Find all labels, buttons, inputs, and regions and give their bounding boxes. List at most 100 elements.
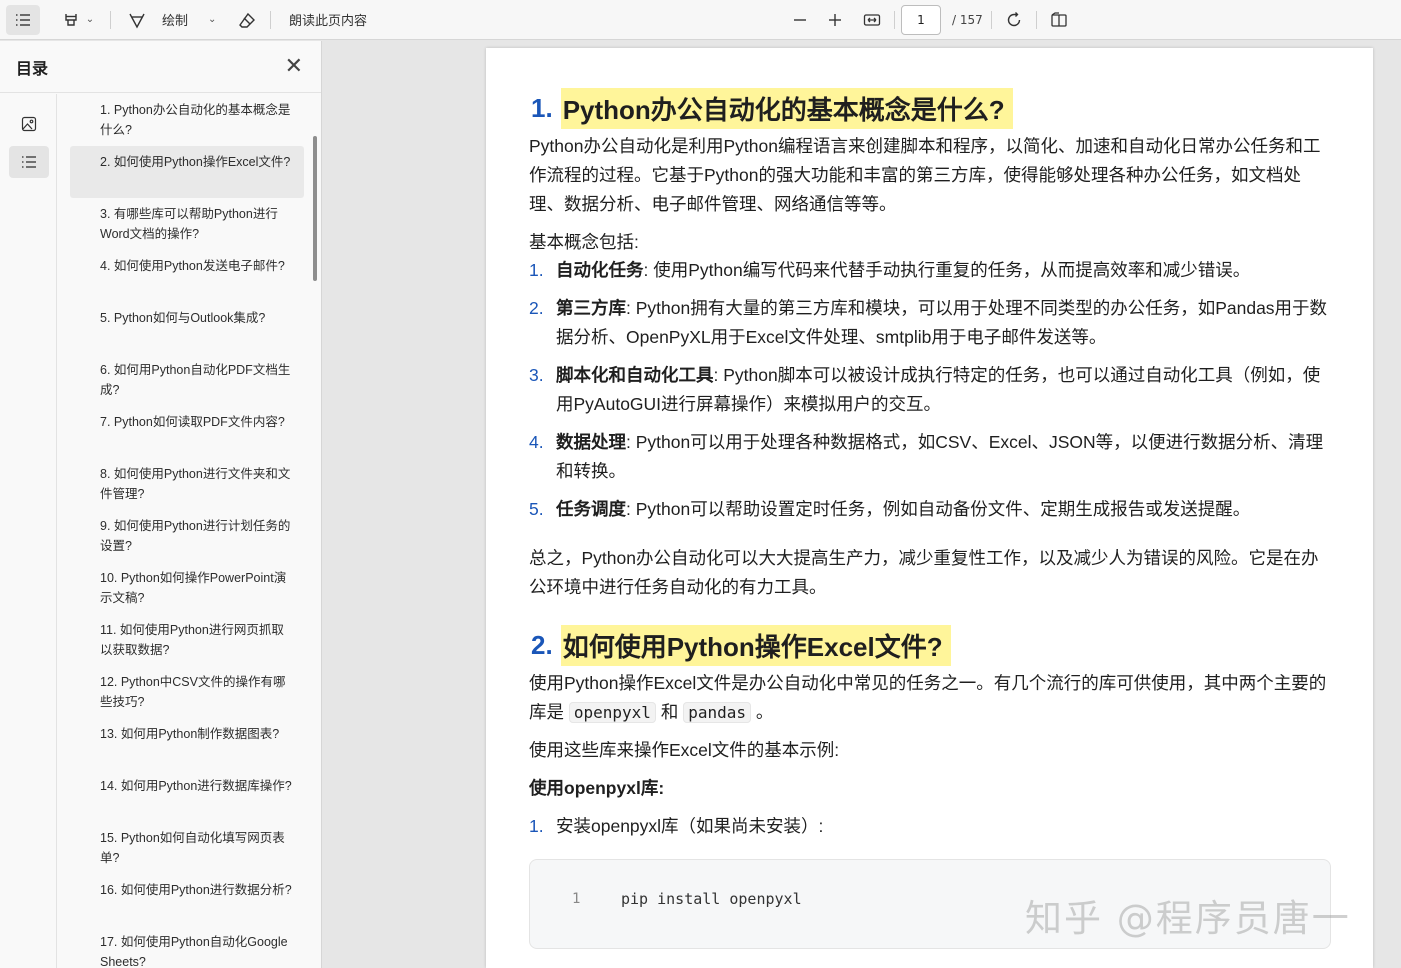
toc-item[interactable]: 7. Python如何读取PDF文件内容? bbox=[70, 406, 304, 458]
chevron-down-icon: ⌄ bbox=[208, 14, 217, 25]
list-term: 脚本化和自动化工具 bbox=[556, 365, 714, 385]
draw-button[interactable]: 绘制 ⌄ bbox=[128, 5, 220, 35]
plus-icon bbox=[829, 13, 841, 26]
page-number-input[interactable]: 1 bbox=[901, 5, 941, 35]
toc-item[interactable]: 6. 如何用Python自动化PDF文档生成? bbox=[70, 354, 304, 406]
heading-1: 1. Python办公自动化的基本概念是什么? bbox=[531, 88, 1013, 129]
toc-list: 1. Python办公自动化的基本概念是什么? 2. 如何使用Python操作Ex… bbox=[70, 94, 304, 968]
rotate-button[interactable] bbox=[1000, 5, 1028, 35]
rotate-icon bbox=[1007, 11, 1021, 26]
erase-button[interactable] bbox=[232, 5, 262, 35]
toolbar-divider bbox=[270, 10, 271, 29]
toc-item[interactable]: 11. 如何使用Python进行网页抓取以获取数据? bbox=[70, 614, 304, 666]
inline-code: openpyxl bbox=[568, 702, 656, 723]
paragraph-text: 和 bbox=[660, 702, 679, 722]
list-text: : Python可以用于处理各种数据格式，如CSV、Excel、JSON等，以便… bbox=[556, 432, 1324, 481]
close-icon[interactable]: ✕ bbox=[285, 55, 303, 78]
table-of-contents-panel: 目录 ✕ 1. Python办公自动化的基本概念是什么? 2. 如何使用Pytho… bbox=[0, 41, 322, 968]
heading-number: 2. bbox=[531, 630, 553, 660]
page-view-icon bbox=[1051, 11, 1067, 27]
list-text: : Python可以帮助设置定时任务，例如自动备份文件、定期生成报告或发送提醒。 bbox=[626, 499, 1251, 519]
inline-code: pandas bbox=[683, 702, 751, 723]
paragraph: 总之，Python办公自动化可以大大提高生产力，减少重复性工作，以及减少人为错误… bbox=[529, 548, 1319, 597]
list-number: 1. bbox=[529, 260, 544, 280]
heading-number: 1. bbox=[531, 93, 553, 123]
toc-item[interactable]: 13. 如何用Python制作数据图表? bbox=[70, 718, 304, 770]
page-current: 1 bbox=[917, 13, 925, 27]
toc-item[interactable]: 9. 如何使用Python进行计划任务的设置? bbox=[70, 510, 304, 562]
list-icon bbox=[16, 13, 30, 26]
sidebar-scrollbar[interactable] bbox=[313, 136, 317, 281]
code-text: pip install openpyxl bbox=[621, 890, 802, 908]
subheading: 使用openpyxl库: bbox=[529, 778, 665, 798]
sidebar-title: 目录 bbox=[16, 58, 49, 78]
toc-item[interactable]: 10. Python如何操作PowerPoint演示文稿? bbox=[70, 562, 304, 614]
draw-pen-icon bbox=[129, 13, 145, 28]
list-term: 任务调度 bbox=[556, 499, 626, 519]
list-term: 自动化任务 bbox=[556, 260, 644, 280]
toc-item[interactable]: 5. Python如何与Outlook集成? bbox=[70, 302, 304, 354]
list-number: 3. bbox=[529, 365, 544, 385]
list-term: 数据处理 bbox=[556, 432, 626, 452]
minus-icon bbox=[794, 18, 806, 21]
toolbar-divider bbox=[991, 10, 992, 29]
list-text: 安装openpyxl库（如果尚未安装）: bbox=[556, 816, 824, 836]
toc-item[interactable]: 16. 如何使用Python进行数据分析? bbox=[70, 874, 304, 926]
contents-toggle-button[interactable] bbox=[6, 4, 40, 35]
draw-label: 绘制 bbox=[162, 14, 189, 29]
thumbnails-button[interactable] bbox=[9, 108, 49, 140]
toc-item[interactable]: 15. Python如何自动化填写网页表单? bbox=[70, 822, 304, 874]
page-total: / 157 bbox=[952, 13, 983, 27]
toolbar-divider bbox=[110, 10, 111, 29]
toolbar-divider bbox=[894, 10, 895, 29]
paragraph-text: 。 bbox=[755, 702, 774, 722]
toolbar-divider bbox=[1036, 10, 1037, 29]
sidebar-rail bbox=[0, 94, 57, 968]
highlighter-icon bbox=[65, 13, 77, 26]
list-number: 1. bbox=[529, 816, 544, 836]
fit-width-icon bbox=[863, 13, 881, 26]
list-item: 2. 第三方库: Python拥有大量的第三方库和模块，可以用于处理不同类型的办公… bbox=[529, 294, 1331, 352]
read-aloud-button[interactable]: 朗读此页内容 bbox=[280, 5, 376, 35]
toc-item[interactable]: 1. Python办公自动化的基本概念是什么? bbox=[70, 94, 304, 146]
toc-item[interactable]: 14. 如何用Python进行数据库操作? bbox=[70, 770, 304, 822]
heading-text: 如何使用Python操作Excel文件? bbox=[560, 625, 951, 666]
document-page: 1. Python办公自动化的基本概念是什么? Python办公自动化是利用Py… bbox=[486, 48, 1373, 968]
page-view-button[interactable] bbox=[1045, 5, 1073, 35]
fit-width-button[interactable] bbox=[858, 5, 886, 35]
zoom-out-button[interactable] bbox=[786, 5, 814, 35]
list-icon bbox=[22, 156, 36, 168]
image-icon bbox=[21, 116, 37, 132]
toc-item[interactable]: 2. 如何使用Python操作Excel文件? bbox=[70, 146, 304, 198]
toc-item[interactable]: 3. 有哪些库可以帮助Python进行Word文档的操作? bbox=[70, 198, 304, 250]
toc-item[interactable]: 12. Python中CSV文件的操作有哪些技巧? bbox=[70, 666, 304, 718]
list-number: 5. bbox=[529, 499, 544, 519]
list-item: 1. 安装openpyxl库（如果尚未安装）: bbox=[529, 812, 1331, 841]
toc-item[interactable]: 4. 如何使用Python发送电子邮件? bbox=[70, 250, 304, 302]
code-line-number: 1 bbox=[572, 891, 581, 907]
list-item: 5. 任务调度: Python可以帮助设置定时任务，例如自动备份文件、定期生成报告… bbox=[529, 495, 1331, 524]
list-item: 3. 脚本化和自动化工具: Python脚本可以被设计成执行特定的任务，也可以通过… bbox=[529, 361, 1331, 419]
heading-text: Python办公自动化的基本概念是什么? bbox=[560, 88, 1013, 129]
toc-item[interactable]: 8. 如何使用Python进行文件夹和文件管理? bbox=[70, 458, 304, 510]
eraser-icon bbox=[239, 12, 255, 28]
chevron-down-icon: ⌄ bbox=[85, 14, 95, 25]
sidebar-header: 目录 ✕ bbox=[0, 41, 321, 93]
paragraph: 使用Python操作Excel文件是办公自动化中常见的任务之一。有几个流行的库可… bbox=[529, 669, 1331, 727]
outline-button[interactable] bbox=[9, 146, 49, 178]
watermark: 知乎 @程序员唐一 bbox=[1025, 897, 1351, 940]
highlight-button[interactable]: ⌄ bbox=[56, 5, 100, 35]
list-term: 第三方库 bbox=[556, 298, 626, 318]
list-text: : Python拥有大量的第三方库和模块，可以用于处理不同类型的办公任务，如Pa… bbox=[556, 298, 1328, 347]
paragraph: 基本概念包括: bbox=[529, 232, 639, 252]
list-item: 1. 自动化任务: 使用Python编写代码来代替手动执行重复的任务，从而提高效率… bbox=[529, 256, 1331, 285]
paragraph: 使用这些库来操作Excel文件的基本示例: bbox=[529, 740, 840, 760]
list-number: 2. bbox=[529, 298, 544, 318]
list-text: : 使用Python编写代码来代替手动执行重复的任务，从而提高效率和减少错误。 bbox=[643, 260, 1251, 280]
read-aloud-label: 朗读此页内容 bbox=[288, 14, 367, 29]
list-item: 4. 数据处理: Python可以用于处理各种数据格式，如CSV、Excel、JS… bbox=[529, 428, 1331, 486]
toc-item[interactable]: 17. 如何使用Python自动化Google Sheets? bbox=[70, 926, 304, 968]
zoom-in-button[interactable] bbox=[821, 5, 849, 35]
list-number: 4. bbox=[529, 432, 544, 452]
heading-2: 2. 如何使用Python操作Excel文件? bbox=[531, 625, 951, 666]
